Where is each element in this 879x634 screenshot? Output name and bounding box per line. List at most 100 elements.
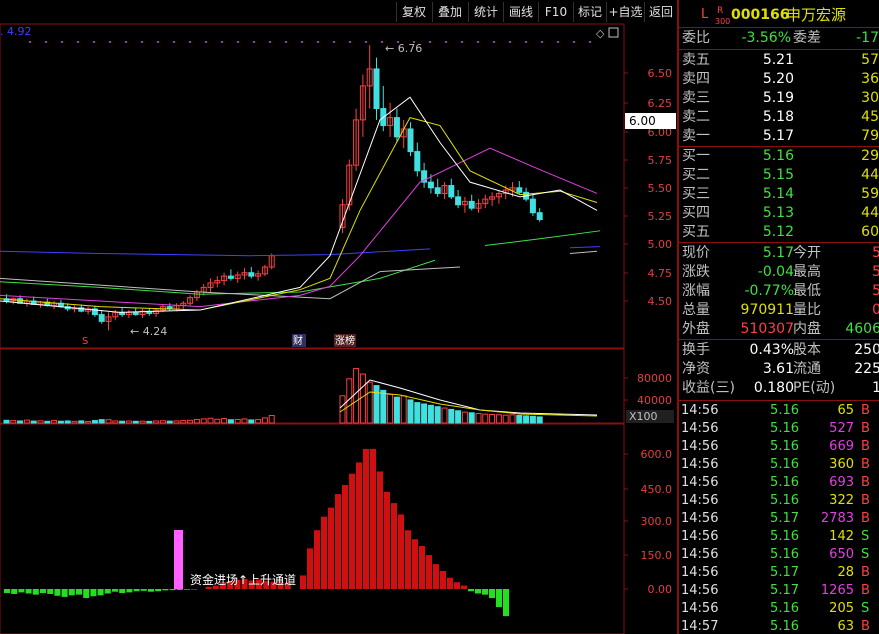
dot-marker bbox=[461, 41, 463, 43]
indicator-bar-positive bbox=[426, 555, 432, 589]
indicator-tick-label: 450.0 bbox=[641, 483, 673, 496]
tick-time: 14:56 bbox=[681, 457, 719, 472]
volume-bar bbox=[166, 420, 173, 424]
volume-bar bbox=[30, 420, 37, 424]
stat-label: 量比 bbox=[793, 302, 821, 318]
price-tick-label: 5.50 bbox=[648, 182, 673, 195]
indicator-bar-positive bbox=[433, 564, 439, 589]
indicator-bar-positive bbox=[384, 491, 390, 589]
volume-bar bbox=[146, 420, 153, 424]
stat-label: 今开 bbox=[793, 245, 821, 261]
dot-marker bbox=[509, 41, 511, 43]
stat2-row: 净资 3.61 流通 225 bbox=[679, 360, 879, 379]
stat2-value: 225 bbox=[854, 361, 879, 377]
ma-gray-line bbox=[0, 266, 461, 300]
indicator-bar-negative bbox=[184, 589, 190, 590]
stat-row: 涨跌 -0.04最高 5 bbox=[679, 263, 879, 282]
indicator-bar-positive bbox=[391, 503, 397, 589]
tick-row: 14:56 5.16 65 B bbox=[679, 402, 879, 420]
price-tick-label: 4.75 bbox=[648, 267, 673, 280]
indicator-bar-negative bbox=[503, 589, 509, 617]
tick-price: 5.17 bbox=[770, 583, 799, 598]
tick-row: 14:56 5.17 1265 B bbox=[679, 582, 879, 600]
ma-label: . 4.92 bbox=[0, 25, 32, 38]
volume-bar bbox=[516, 415, 523, 424]
volume-bar bbox=[10, 420, 17, 424]
divider bbox=[679, 242, 879, 243]
dot-marker bbox=[365, 41, 367, 43]
volume-bar bbox=[482, 413, 489, 424]
stock-name: 申万宏源 bbox=[786, 6, 847, 24]
ask-row: 卖三 5.19 30 bbox=[679, 89, 879, 108]
volume-bar bbox=[23, 419, 30, 424]
weicha-value: -17 bbox=[856, 30, 879, 46]
indicator-tick-label: 0.00 bbox=[648, 583, 673, 596]
bid-row: 买二 5.15 44 bbox=[679, 166, 879, 185]
volume-bar bbox=[187, 419, 194, 424]
indicator-bar-positive bbox=[447, 577, 453, 589]
indicator-bar-negative bbox=[18, 589, 25, 593]
volume-tick-label: 80000 bbox=[637, 372, 672, 385]
high-marker: ← 6.76 bbox=[385, 42, 422, 55]
ask-volume: 79 bbox=[861, 128, 879, 144]
ma20-line bbox=[0, 147, 598, 308]
tick-row: 14:56 5.16 360 B bbox=[679, 456, 879, 474]
indicator-bar-negative bbox=[140, 589, 147, 591]
weibi-label: 委比 bbox=[682, 30, 710, 46]
indicator-annotation: 资金进场↑上升通道 bbox=[190, 572, 296, 587]
stat-label: 最低 bbox=[793, 283, 821, 299]
dot-marker bbox=[237, 41, 239, 43]
indicator-bar-negative bbox=[169, 589, 176, 591]
candle-body bbox=[448, 185, 455, 198]
volume-bar bbox=[495, 414, 502, 424]
volume-tick-label: 40000 bbox=[637, 394, 672, 407]
candle-body bbox=[414, 151, 421, 172]
tick-row: 14:56 5.16 669 B bbox=[679, 438, 879, 456]
diamond-icon: ◇ bbox=[596, 27, 605, 40]
bid-volume: 59 bbox=[861, 186, 879, 202]
dot-marker bbox=[477, 41, 479, 43]
volume-bar bbox=[387, 393, 394, 424]
ask-volume: 36 bbox=[861, 71, 879, 87]
indicator-bar-positive bbox=[405, 530, 411, 589]
dot-marker bbox=[93, 41, 95, 43]
bid-label: 买三 bbox=[682, 186, 710, 202]
stat-value: 5.17 bbox=[762, 245, 794, 261]
stat-value: 510307 bbox=[740, 321, 794, 337]
candle-body bbox=[455, 196, 462, 206]
ma120-line bbox=[0, 248, 431, 257]
indicator-bar-positive bbox=[370, 448, 376, 589]
indicator-bar-negative bbox=[133, 589, 140, 592]
bid-label: 买二 bbox=[682, 167, 710, 183]
indicator-bar-positive bbox=[321, 516, 327, 589]
tick-time: 14:56 bbox=[681, 547, 719, 562]
tick-price: 5.16 bbox=[770, 457, 799, 472]
indicator-bar-negative bbox=[54, 589, 61, 596]
tick-time: 14:56 bbox=[681, 439, 719, 454]
tick-direction: B bbox=[861, 475, 870, 490]
ask-row: 卖二 5.18 45 bbox=[679, 108, 879, 127]
tick-row: 14:56 5.16 322 B bbox=[679, 492, 879, 510]
volume-bar bbox=[91, 420, 98, 424]
market-flag: L bbox=[701, 7, 709, 22]
bid-volume: 29 bbox=[861, 148, 879, 164]
tick-time: 14:56 bbox=[681, 565, 719, 580]
volume-bar bbox=[393, 396, 400, 424]
price-tick-label: 4.50 bbox=[648, 295, 673, 308]
stat-label: 最高 bbox=[793, 264, 821, 280]
indicator-bar-positive bbox=[342, 485, 348, 589]
stat2-row: 换手 0.43% 股本 250 bbox=[679, 341, 879, 360]
volume-bar bbox=[139, 420, 146, 424]
bid-label: 买五 bbox=[682, 224, 710, 240]
volume-bar bbox=[105, 419, 112, 424]
stock-code: 000166 bbox=[731, 7, 790, 23]
volume-bar bbox=[502, 414, 509, 424]
volume-bar bbox=[407, 399, 414, 424]
ma60-line-tail bbox=[484, 230, 601, 247]
ask-row: 卖四 5.20 36 bbox=[679, 70, 879, 89]
indicator-bar-negative bbox=[61, 589, 68, 597]
ask-price: 5.17 bbox=[762, 128, 794, 144]
candle-body bbox=[407, 128, 414, 153]
indicator-bar-negative bbox=[4, 589, 10, 594]
volume-bar bbox=[207, 417, 214, 424]
